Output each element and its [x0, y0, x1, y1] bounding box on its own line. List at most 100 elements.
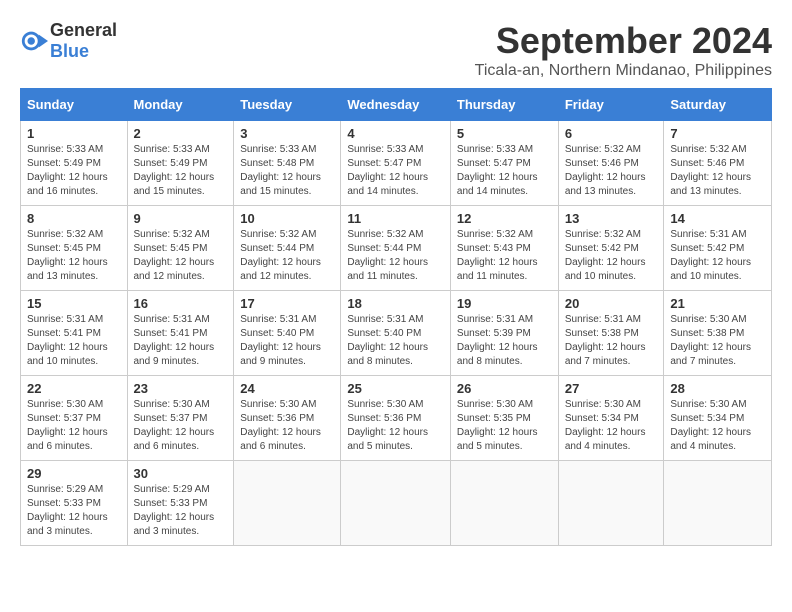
logo-general-text: General: [50, 20, 117, 40]
day-number: 12: [457, 211, 552, 226]
day-number: 30: [134, 466, 228, 481]
calendar-cell: [341, 461, 451, 546]
day-info: Sunrise: 5:32 AM Sunset: 5:44 PM Dayligh…: [240, 228, 334, 284]
day-info: Sunrise: 5:29 AM Sunset: 5:33 PM Dayligh…: [134, 483, 228, 539]
calendar-cell: 15 Sunrise: 5:31 AM Sunset: 5:41 PM Dayl…: [21, 291, 128, 376]
day-info: Sunrise: 5:33 AM Sunset: 5:48 PM Dayligh…: [240, 143, 334, 199]
calendar-cell: 14 Sunrise: 5:31 AM Sunset: 5:42 PM Dayl…: [664, 206, 772, 291]
month-year-title: September 2024: [475, 20, 772, 62]
calendar-cell: 21 Sunrise: 5:30 AM Sunset: 5:38 PM Dayl…: [664, 291, 772, 376]
day-number: 8: [27, 211, 121, 226]
calendar-cell: 19 Sunrise: 5:31 AM Sunset: 5:39 PM Dayl…: [450, 291, 558, 376]
calendar-cell: 25 Sunrise: 5:30 AM Sunset: 5:36 PM Dayl…: [341, 376, 451, 461]
calendar-cell: 12 Sunrise: 5:32 AM Sunset: 5:43 PM Dayl…: [450, 206, 558, 291]
calendar-cell: 18 Sunrise: 5:31 AM Sunset: 5:40 PM Dayl…: [341, 291, 451, 376]
day-info: Sunrise: 5:29 AM Sunset: 5:33 PM Dayligh…: [27, 483, 121, 539]
day-number: 9: [134, 211, 228, 226]
logo-icon: [20, 27, 48, 55]
calendar-cell: 7 Sunrise: 5:32 AM Sunset: 5:46 PM Dayli…: [664, 121, 772, 206]
day-number: 24: [240, 381, 334, 396]
day-number: 14: [670, 211, 765, 226]
calendar-row: 1 Sunrise: 5:33 AM Sunset: 5:49 PM Dayli…: [21, 121, 772, 206]
day-number: 23: [134, 381, 228, 396]
calendar-cell: [450, 461, 558, 546]
day-info: Sunrise: 5:30 AM Sunset: 5:34 PM Dayligh…: [565, 398, 658, 454]
calendar-cell: 1 Sunrise: 5:33 AM Sunset: 5:49 PM Dayli…: [21, 121, 128, 206]
calendar-cell: 30 Sunrise: 5:29 AM Sunset: 5:33 PM Dayl…: [127, 461, 234, 546]
day-info: Sunrise: 5:31 AM Sunset: 5:39 PM Dayligh…: [457, 313, 552, 369]
day-info: Sunrise: 5:32 AM Sunset: 5:46 PM Dayligh…: [565, 143, 658, 199]
day-info: Sunrise: 5:31 AM Sunset: 5:41 PM Dayligh…: [27, 313, 121, 369]
header-friday: Friday: [558, 89, 664, 121]
day-info: Sunrise: 5:31 AM Sunset: 5:41 PM Dayligh…: [134, 313, 228, 369]
day-number: 26: [457, 381, 552, 396]
day-number: 20: [565, 296, 658, 311]
header-wednesday: Wednesday: [341, 89, 451, 121]
day-info: Sunrise: 5:31 AM Sunset: 5:38 PM Dayligh…: [565, 313, 658, 369]
day-number: 4: [347, 126, 444, 141]
day-number: 21: [670, 296, 765, 311]
day-number: 15: [27, 296, 121, 311]
calendar-cell: 17 Sunrise: 5:31 AM Sunset: 5:40 PM Dayl…: [234, 291, 341, 376]
day-info: Sunrise: 5:33 AM Sunset: 5:49 PM Dayligh…: [134, 143, 228, 199]
calendar-cell: 27 Sunrise: 5:30 AM Sunset: 5:34 PM Dayl…: [558, 376, 664, 461]
day-number: 1: [27, 126, 121, 141]
day-number: 16: [134, 296, 228, 311]
header-monday: Monday: [127, 89, 234, 121]
location-subtitle: Ticala-an, Northern Mindanao, Philippine…: [475, 62, 772, 80]
day-number: 10: [240, 211, 334, 226]
calendar-table: Sunday Monday Tuesday Wednesday Thursday…: [20, 88, 772, 546]
page-header: General Blue September 2024 Ticala-an, N…: [20, 20, 772, 80]
calendar-cell: 4 Sunrise: 5:33 AM Sunset: 5:47 PM Dayli…: [341, 121, 451, 206]
day-info: Sunrise: 5:30 AM Sunset: 5:35 PM Dayligh…: [457, 398, 552, 454]
day-number: 6: [565, 126, 658, 141]
day-info: Sunrise: 5:30 AM Sunset: 5:37 PM Dayligh…: [134, 398, 228, 454]
day-info: Sunrise: 5:31 AM Sunset: 5:42 PM Dayligh…: [670, 228, 765, 284]
day-info: Sunrise: 5:32 AM Sunset: 5:45 PM Dayligh…: [27, 228, 121, 284]
calendar-cell: 2 Sunrise: 5:33 AM Sunset: 5:49 PM Dayli…: [127, 121, 234, 206]
calendar-row: 8 Sunrise: 5:32 AM Sunset: 5:45 PM Dayli…: [21, 206, 772, 291]
weekday-header-row: Sunday Monday Tuesday Wednesday Thursday…: [21, 89, 772, 121]
title-area: September 2024 Ticala-an, Northern Minda…: [475, 20, 772, 80]
calendar-cell: [558, 461, 664, 546]
day-number: 28: [670, 381, 765, 396]
day-info: Sunrise: 5:30 AM Sunset: 5:36 PM Dayligh…: [240, 398, 334, 454]
calendar-cell: 9 Sunrise: 5:32 AM Sunset: 5:45 PM Dayli…: [127, 206, 234, 291]
calendar-cell: 29 Sunrise: 5:29 AM Sunset: 5:33 PM Dayl…: [21, 461, 128, 546]
calendar-cell: 5 Sunrise: 5:33 AM Sunset: 5:47 PM Dayli…: [450, 121, 558, 206]
day-number: 5: [457, 126, 552, 141]
calendar-cell: 23 Sunrise: 5:30 AM Sunset: 5:37 PM Dayl…: [127, 376, 234, 461]
logo: General Blue: [20, 20, 117, 62]
day-info: Sunrise: 5:30 AM Sunset: 5:38 PM Dayligh…: [670, 313, 765, 369]
header-saturday: Saturday: [664, 89, 772, 121]
day-info: Sunrise: 5:31 AM Sunset: 5:40 PM Dayligh…: [240, 313, 334, 369]
day-number: 25: [347, 381, 444, 396]
day-number: 2: [134, 126, 228, 141]
calendar-cell: 6 Sunrise: 5:32 AM Sunset: 5:46 PM Dayli…: [558, 121, 664, 206]
day-number: 22: [27, 381, 121, 396]
calendar-cell: 10 Sunrise: 5:32 AM Sunset: 5:44 PM Dayl…: [234, 206, 341, 291]
day-number: 27: [565, 381, 658, 396]
day-info: Sunrise: 5:33 AM Sunset: 5:47 PM Dayligh…: [457, 143, 552, 199]
logo-blue-text: Blue: [50, 41, 89, 61]
day-info: Sunrise: 5:30 AM Sunset: 5:36 PM Dayligh…: [347, 398, 444, 454]
day-info: Sunrise: 5:32 AM Sunset: 5:42 PM Dayligh…: [565, 228, 658, 284]
day-number: 18: [347, 296, 444, 311]
calendar-cell: 3 Sunrise: 5:33 AM Sunset: 5:48 PM Dayli…: [234, 121, 341, 206]
calendar-cell: 11 Sunrise: 5:32 AM Sunset: 5:44 PM Dayl…: [341, 206, 451, 291]
day-info: Sunrise: 5:30 AM Sunset: 5:37 PM Dayligh…: [27, 398, 121, 454]
header-tuesday: Tuesday: [234, 89, 341, 121]
calendar-cell: 26 Sunrise: 5:30 AM Sunset: 5:35 PM Dayl…: [450, 376, 558, 461]
day-number: 29: [27, 466, 121, 481]
calendar-row: 15 Sunrise: 5:31 AM Sunset: 5:41 PM Dayl…: [21, 291, 772, 376]
calendar-cell: [664, 461, 772, 546]
calendar-cell: 8 Sunrise: 5:32 AM Sunset: 5:45 PM Dayli…: [21, 206, 128, 291]
day-number: 19: [457, 296, 552, 311]
day-info: Sunrise: 5:31 AM Sunset: 5:40 PM Dayligh…: [347, 313, 444, 369]
calendar-cell: [234, 461, 341, 546]
day-info: Sunrise: 5:32 AM Sunset: 5:44 PM Dayligh…: [347, 228, 444, 284]
header-thursday: Thursday: [450, 89, 558, 121]
day-info: Sunrise: 5:30 AM Sunset: 5:34 PM Dayligh…: [670, 398, 765, 454]
day-number: 3: [240, 126, 334, 141]
calendar-cell: 20 Sunrise: 5:31 AM Sunset: 5:38 PM Dayl…: [558, 291, 664, 376]
